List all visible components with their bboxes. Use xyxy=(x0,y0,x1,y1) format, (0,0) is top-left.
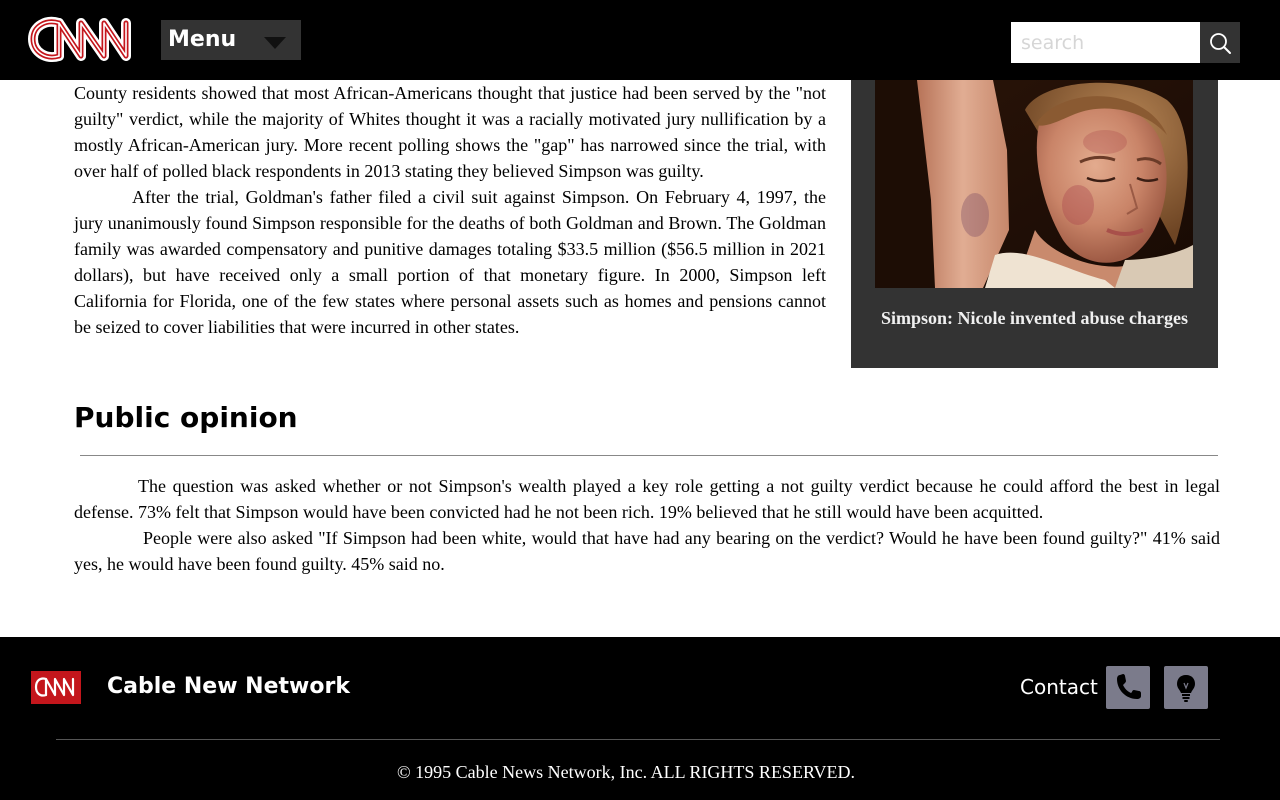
phone-icon xyxy=(1117,674,1141,699)
section-divider xyxy=(80,455,1218,456)
opinion-paragraph: People were also asked "If Simpson had b… xyxy=(74,528,1220,574)
figure-caption: Simpson: Nicole invented abuse charges xyxy=(880,308,1188,328)
cnn-logo[interactable] xyxy=(26,14,134,65)
search-button[interactable] xyxy=(1200,22,1240,63)
contact-label: Contact xyxy=(1020,675,1098,699)
site-header: Menu xyxy=(0,0,1280,80)
copyright-text: © 1995 Cable News Network, Inc. ALL RIGH… xyxy=(396,762,855,782)
figure-photo xyxy=(875,80,1193,288)
footer-divider xyxy=(56,739,1220,740)
chevron-down-icon xyxy=(264,37,286,49)
phone-button[interactable] xyxy=(1106,666,1150,709)
article-figure: Simpson: Nicole invented abuse charges xyxy=(851,80,1218,368)
lightbulb-icon xyxy=(1177,675,1195,702)
site-footer: Cable New Network Contact © 1995 Cable N… xyxy=(0,637,1280,800)
woman-portrait-image xyxy=(875,80,1193,288)
cnn-logo-mark xyxy=(28,16,131,62)
menu-label: Menu xyxy=(168,27,237,52)
section-title: Public opinion xyxy=(74,401,298,434)
search-icon xyxy=(1210,33,1231,54)
footer-cnn-logo[interactable] xyxy=(31,671,81,704)
idea-button[interactable] xyxy=(1164,666,1208,709)
menu-button[interactable]: Menu xyxy=(161,20,301,60)
public-opinion-section: The question was asked whether or not Si… xyxy=(74,473,1220,577)
cnn-logo-mark xyxy=(34,677,75,697)
article-body: County residents showed that most Africa… xyxy=(74,80,826,340)
footer-brand-name: Cable New Network xyxy=(107,674,350,699)
article-paragraph: After the trial, Goldman's father filed … xyxy=(74,187,826,337)
opinion-paragraph: The question was asked whether or not Si… xyxy=(74,476,1220,522)
search-input[interactable] xyxy=(1011,22,1200,63)
article-paragraph: County residents showed that most Africa… xyxy=(74,83,826,181)
